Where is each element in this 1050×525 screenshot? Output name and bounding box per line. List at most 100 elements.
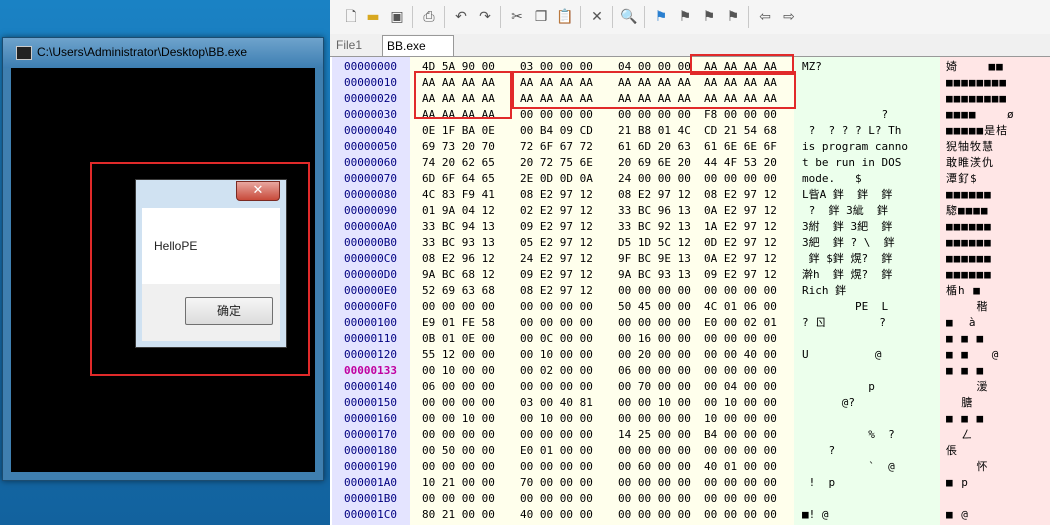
ascii-text[interactable]: 澣h 鉡 熀? 鉡 xyxy=(802,267,892,283)
hex-byte-group[interactable]: E0 01 00 00 xyxy=(520,443,593,459)
hex-byte-group[interactable]: 9A BC 68 12 xyxy=(422,267,495,283)
unicode-text[interactable]: 湲 xyxy=(946,379,989,395)
hex-byte-group[interactable]: 40 00 00 00 xyxy=(520,507,593,523)
hex-byte-group[interactable]: 20 72 75 6E xyxy=(520,155,593,171)
message-box[interactable]: ✕ HelloPE 确定 xyxy=(135,179,287,348)
hex-editor-window[interactable]: 🗋 ▬ ▣ ⎙ ↶ ↷ ✂ ❐ 📋 ✕ 🔍 ⚑ ⚑ ⚑ ⚑ ⇦ ⇨ File1 … xyxy=(330,0,1050,525)
bookmark-clear-icon[interactable]: ⚑ xyxy=(724,8,742,26)
hex-byte-group[interactable]: 00 00 00 00 xyxy=(520,427,593,443)
hex-byte-group[interactable]: 10 00 00 00 xyxy=(704,411,777,427)
hex-byte-group[interactable]: 00 00 00 00 xyxy=(422,459,495,475)
hex-byte-group[interactable]: 00 00 00 00 xyxy=(618,507,691,523)
unicode-text[interactable]: ■■■■ ø xyxy=(946,107,1015,123)
ascii-text[interactable]: ? xyxy=(802,443,835,459)
open-folder-icon[interactable]: ▬ xyxy=(364,8,382,26)
hex-byte-group[interactable]: 00 B4 09 CD xyxy=(520,123,593,139)
hex-byte-group[interactable]: D5 1D 5C 12 xyxy=(618,235,691,251)
ascii-text[interactable]: ? ? ? ? L? Th xyxy=(802,123,902,139)
hex-byte-group[interactable]: 00 00 00 00 xyxy=(618,107,691,123)
hex-row[interactable]: 00000120 55 12 00 00 00 10 00 00 00 20 00 0… xyxy=(330,347,1050,363)
hex-byte-group[interactable]: 00 00 00 00 xyxy=(618,491,691,507)
hex-byte-group[interactable]: 50 45 00 00 xyxy=(618,299,691,315)
hex-row[interactable]: 00000060 74 20 62 65 20 72 75 6E 20 69 6E 2… xyxy=(330,155,1050,171)
save-icon[interactable]: ▣ xyxy=(388,8,406,26)
hex-byte-group[interactable]: 80 21 00 00 xyxy=(422,507,495,523)
hex-byte-group[interactable]: 4C 83 F9 41 xyxy=(422,187,495,203)
hex-byte-group[interactable]: 00 0C 00 00 xyxy=(520,331,593,347)
hex-byte-group[interactable]: 00 20 00 00 xyxy=(618,347,691,363)
hex-byte-group[interactable]: 0A E2 97 12 xyxy=(704,203,777,219)
tab-bb-exe[interactable]: BB.exe xyxy=(382,35,454,56)
hex-byte-group[interactable]: 06 00 00 00 xyxy=(618,363,691,379)
ascii-text[interactable]: Rich 鉡 xyxy=(802,283,846,299)
hex-byte-group[interactable]: 01 9A 04 12 xyxy=(422,203,495,219)
unicode-text[interactable]: ■ ■ ■ xyxy=(946,331,984,347)
hex-row[interactable]: 00000110 0B 01 0E 00 00 0C 00 00 00 16 00 0… xyxy=(330,331,1050,347)
new-file-icon[interactable]: 🗋 xyxy=(342,8,360,26)
hex-byte-group[interactable]: 00 00 00 00 xyxy=(618,443,691,459)
console-title-bar[interactable]: C:\Users\Administrator\Desktop\BB.exe xyxy=(3,38,323,68)
hex-byte-group[interactable]: 0A E2 97 12 xyxy=(704,251,777,267)
hex-byte-group[interactable]: 08 E2 97 12 xyxy=(520,187,593,203)
hex-byte-group[interactable]: 70 00 00 00 xyxy=(520,475,593,491)
bookmark-icon[interactable]: ⚑ xyxy=(652,8,670,26)
hex-row[interactable]: 000000E0 52 69 63 68 08 E2 97 12 00 00 00 0… xyxy=(330,283,1050,299)
hex-byte-group[interactable]: 00 10 00 00 xyxy=(704,395,777,411)
close-button[interactable]: ✕ xyxy=(236,181,280,201)
hex-byte-group[interactable]: E9 01 FE 58 xyxy=(422,315,495,331)
hex-byte-group[interactable]: 00 00 00 00 xyxy=(520,459,593,475)
print-icon[interactable]: ⎙ xyxy=(420,8,438,26)
ascii-text[interactable]: L眥A 鉡 鉡 鉡 xyxy=(802,187,892,203)
hex-byte-group[interactable]: 00 04 00 00 xyxy=(704,379,777,395)
hex-view[interactable]: 00000000 4D 5A 90 00 03 00 00 00 04 00 00 0… xyxy=(330,54,1050,525)
unicode-text[interactable]: ■■■■■■ xyxy=(946,219,992,235)
hex-byte-group[interactable]: 61 6D 20 63 xyxy=(618,139,691,155)
hex-row[interactable]: 00000190 00 00 00 00 00 00 00 00 00 60 00 0… xyxy=(330,459,1050,475)
hex-byte-group[interactable]: 40 01 00 00 xyxy=(704,459,777,475)
hex-byte-group[interactable]: 00 16 00 00 xyxy=(618,331,691,347)
bookmark-prev-icon[interactable]: ⚑ xyxy=(700,8,718,26)
unicode-text[interactable]: 稭 xyxy=(946,299,989,315)
hex-row[interactable]: 00000040 0E 1F BA 0E 00 B4 09 CD 21 B8 01 4… xyxy=(330,123,1050,139)
hex-byte-group[interactable]: 08 E2 97 12 xyxy=(618,187,691,203)
hex-byte-group[interactable]: 00 10 00 00 xyxy=(520,347,593,363)
hex-byte-group[interactable]: 09 E2 97 12 xyxy=(704,267,777,283)
ascii-text[interactable]: mode. $ xyxy=(802,171,862,187)
ascii-text[interactable]: 3紨 鉡 3紦 鉡 xyxy=(802,219,892,235)
hex-byte-group[interactable]: 33 BC 96 13 xyxy=(618,203,691,219)
unicode-text[interactable]: 楯h ■ xyxy=(946,283,981,299)
hex-byte-group[interactable]: 24 00 00 00 xyxy=(618,171,691,187)
unicode-text[interactable]: 潭釕$ xyxy=(946,171,978,187)
hex-row[interactable]: 000001C0 80 21 00 00 40 00 00 00 00 00 00 0… xyxy=(330,507,1050,523)
unicode-text[interactable]: ■■■■■■ xyxy=(946,251,992,267)
redo-icon[interactable]: ↷ xyxy=(476,8,494,26)
hex-byte-group[interactable]: 00 10 00 00 xyxy=(520,411,593,427)
ascii-text[interactable]: ` @ xyxy=(802,459,895,475)
unicode-text[interactable]: ■■■■■■■■ xyxy=(946,75,1007,91)
hex-row[interactable]: 00000160 00 00 10 00 00 10 00 00 00 00 00 0… xyxy=(330,411,1050,427)
hex-byte-group[interactable]: 33 BC 93 13 xyxy=(422,235,495,251)
hex-byte-group[interactable]: 0B 01 0E 00 xyxy=(422,331,495,347)
hex-byte-group[interactable]: 00 00 00 00 xyxy=(704,507,777,523)
ascii-text[interactable]: ■! @ xyxy=(802,507,829,523)
hex-byte-group[interactable]: 74 20 62 65 xyxy=(422,155,495,171)
hex-byte-group[interactable]: 2E 0D 0D 0A xyxy=(520,171,593,187)
unicode-text[interactable]: ■ @ xyxy=(946,507,969,523)
ascii-text[interactable]: MZ? xyxy=(802,59,822,75)
unicode-text[interactable]: 猊牰牧慧 xyxy=(946,139,994,155)
unicode-text[interactable]: 敢睢湵仇 xyxy=(946,155,994,171)
ok-button[interactable]: 确定 xyxy=(185,297,273,325)
paste-icon[interactable]: 📋 xyxy=(556,8,574,26)
unicode-text[interactable]: ■■■■■■ xyxy=(946,187,992,203)
hex-byte-group[interactable]: 00 00 10 00 xyxy=(618,395,691,411)
hex-row[interactable]: 000000A0 33 BC 94 13 09 E2 97 12 33 BC 92 1… xyxy=(330,219,1050,235)
ascii-text[interactable]: @? xyxy=(802,395,855,411)
hex-byte-group[interactable]: 00 00 00 00 xyxy=(520,491,593,507)
hex-byte-group[interactable]: 00 10 00 00 xyxy=(422,363,495,379)
unicode-text[interactable]: ■■■■■■ xyxy=(946,235,992,251)
forward-icon[interactable]: ⇨ xyxy=(780,8,798,26)
hex-byte-group[interactable]: 00 00 00 00 xyxy=(422,395,495,411)
hex-byte-group[interactable]: 00 00 00 00 xyxy=(704,171,777,187)
ascii-text[interactable]: ? xyxy=(802,107,888,123)
hex-row[interactable]: 00000050 69 73 20 70 72 6F 67 72 61 6D 20 6… xyxy=(330,139,1050,155)
